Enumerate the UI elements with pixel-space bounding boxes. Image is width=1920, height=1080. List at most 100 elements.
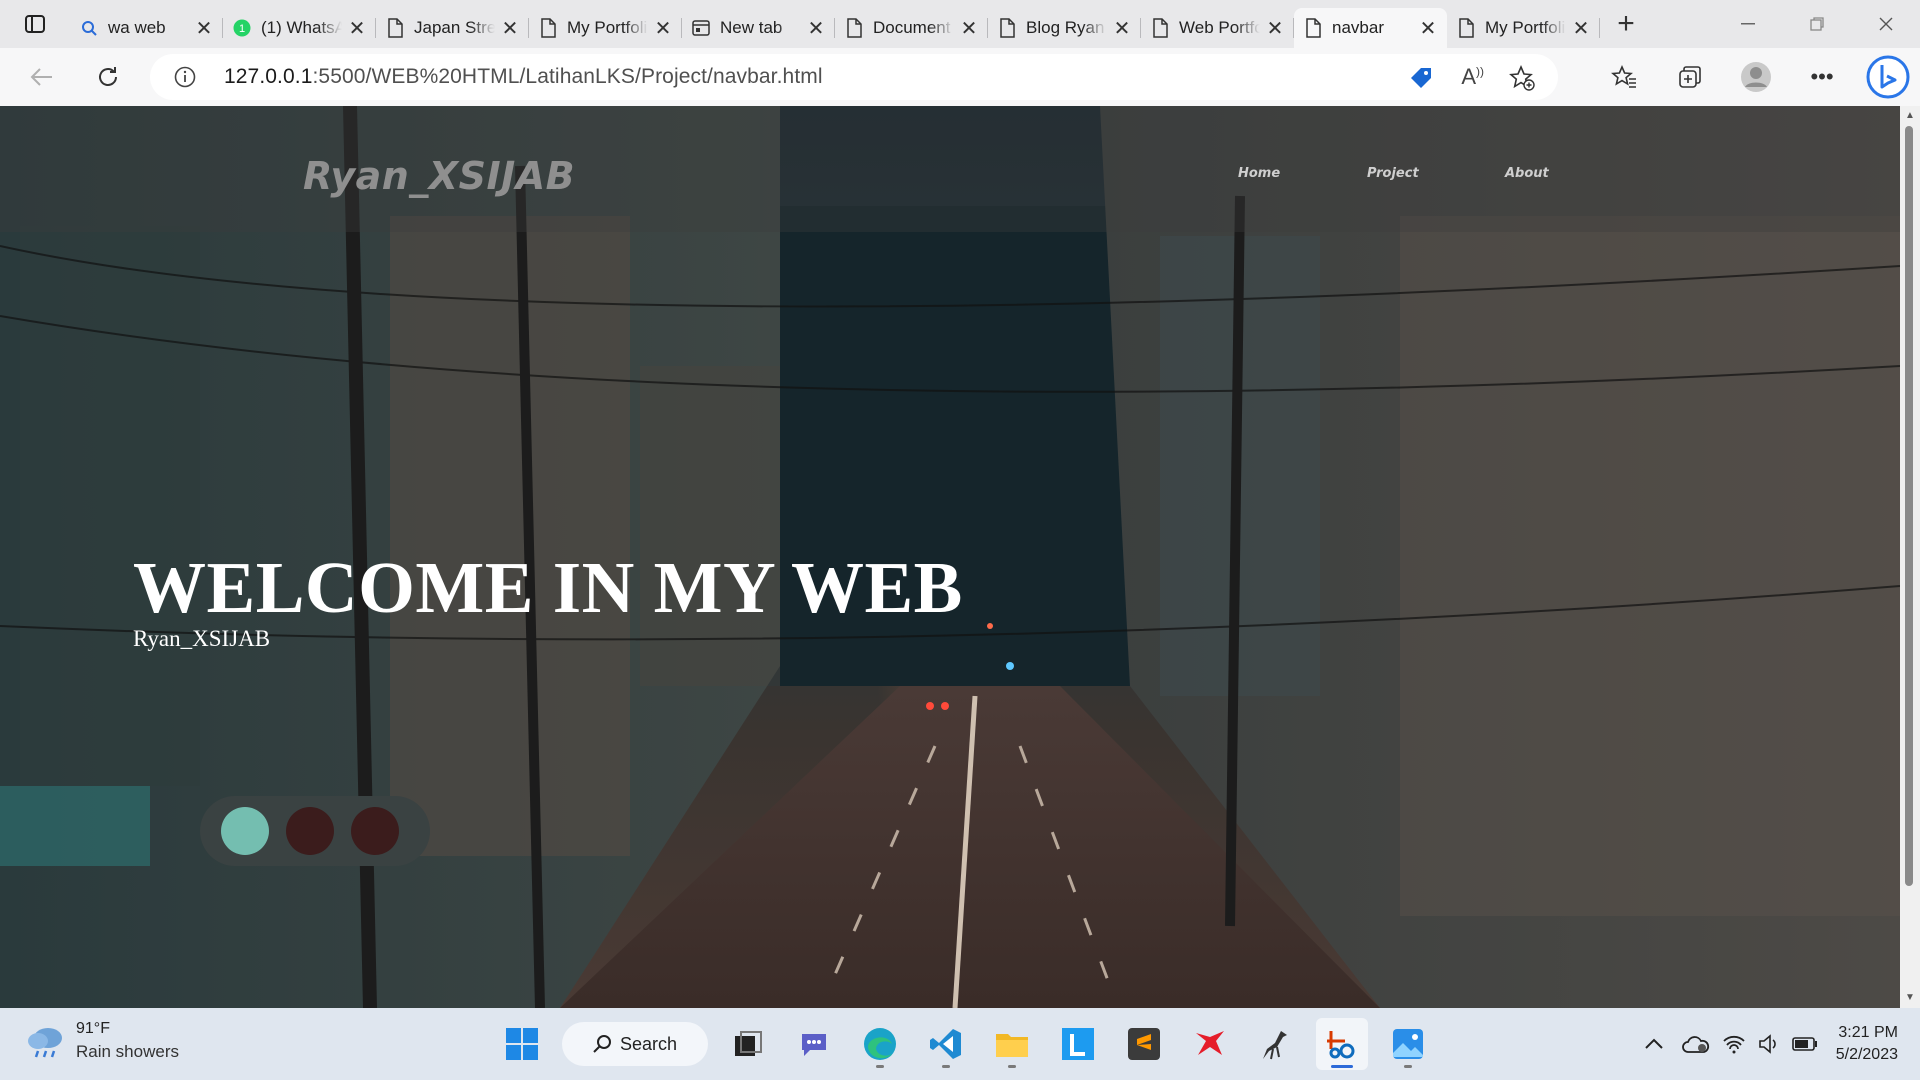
bing-icon: [1866, 55, 1910, 99]
browser-tab[interactable]: My Portfolio ✕: [1447, 8, 1600, 48]
task-view-icon: [735, 1031, 762, 1056]
vertical-scrollbar[interactable]: ▲ ▼: [1900, 106, 1920, 1008]
tab-title: navbar: [1332, 18, 1384, 37]
browser-tab[interactable]: Web Portfolio ✕: [1141, 8, 1294, 48]
running-indicator: [942, 1065, 950, 1068]
shopping-tag-icon[interactable]: [1408, 65, 1434, 91]
settings-more-button[interactable]: •••: [1800, 55, 1844, 99]
browser-tab[interactable]: navbar ✕: [1294, 8, 1447, 48]
battery-icon[interactable]: [1791, 1037, 1818, 1051]
rain-cloud-icon: [28, 1028, 62, 1058]
task-view-button[interactable]: [722, 1018, 774, 1070]
refresh-icon: [99, 67, 117, 86]
svg-text:1: 1: [239, 23, 245, 35]
sublime-text-button[interactable]: [1118, 1018, 1170, 1070]
vscode-app-button[interactable]: [920, 1018, 972, 1070]
nav-about-link[interactable]: About: [1505, 166, 1549, 181]
tab-title: Web Portfolio: [1179, 18, 1260, 37]
xmind-icon: [1196, 1031, 1224, 1055]
app-l-button[interactable]: [1052, 1018, 1104, 1070]
nav-home-link[interactable]: Home: [1238, 166, 1280, 181]
wifi-icon[interactable]: [1722, 1034, 1746, 1054]
close-icon[interactable]: ✕: [195, 16, 213, 41]
minimize-icon: [1740, 23, 1755, 25]
bing-chat-button[interactable]: [1866, 55, 1910, 99]
close-icon[interactable]: ✕: [807, 16, 825, 41]
tab-actions-button[interactable]: [0, 0, 70, 48]
browser-tab[interactable]: Document ✕: [835, 8, 988, 48]
edge-app-button[interactable]: [854, 1018, 906, 1070]
tab-title: New tab: [720, 18, 783, 37]
restore-button[interactable]: [1782, 0, 1851, 48]
read-aloud-icon[interactable]: A)): [1461, 64, 1484, 90]
more-icon: •••: [1810, 64, 1834, 89]
close-icon[interactable]: ✕: [1113, 16, 1131, 41]
browser-tab[interactable]: 1 (1) WhatsApp ✕: [223, 8, 376, 48]
snipping-tool-button[interactable]: [1316, 1018, 1368, 1070]
close-icon[interactable]: ✕: [501, 16, 519, 41]
browser-tab[interactable]: New tab ✕: [682, 8, 835, 48]
hero-title: WELCOME IN MY WEB: [133, 547, 963, 628]
volume-icon[interactable]: [1758, 1034, 1780, 1054]
clock-time: 3:21 PM: [1838, 1024, 1898, 1041]
scroll-down-icon[interactable]: ▼: [1903, 992, 1917, 1004]
back-arrow-icon: [30, 68, 52, 86]
page-viewport: Ryan_XSIJAB Home Project About WELCOME I…: [0, 106, 1900, 1008]
clock[interactable]: 3:21 PM 5/2/2023: [1836, 1022, 1898, 1066]
scroll-thumb[interactable]: [1905, 126, 1913, 886]
folder-icon: [996, 1034, 1028, 1057]
refresh-button[interactable]: [86, 55, 130, 99]
close-icon[interactable]: ✕: [1572, 16, 1590, 41]
weather-widget[interactable]: 91°F Rain showers: [26, 1020, 179, 1062]
browser-tab[interactable]: Japan Street ✕: [376, 8, 529, 48]
close-icon[interactable]: ✕: [1266, 16, 1284, 41]
minimize-button[interactable]: [1713, 0, 1782, 48]
site-navbar: Ryan_XSIJAB Home Project About: [0, 106, 1900, 232]
chevron-up-icon[interactable]: [1644, 1038, 1664, 1050]
tab-title: Blog Ryan: [1026, 18, 1105, 37]
close-icon[interactable]: ✕: [1419, 16, 1437, 41]
browser-tab[interactable]: Blog Ryan ✕: [988, 8, 1141, 48]
photos-icon: [1393, 1029, 1423, 1059]
nav-project-link[interactable]: Project: [1367, 166, 1419, 181]
tab-actions-icon: [25, 15, 45, 33]
close-window-button[interactable]: [1851, 0, 1920, 48]
restore-icon: [1809, 17, 1824, 31]
photos-app-button[interactable]: [1382, 1018, 1434, 1070]
browser-tab[interactable]: wa web ✕: [70, 8, 223, 48]
browser-tab[interactable]: My Portfolio ✕: [529, 8, 682, 48]
file-explorer-button[interactable]: [986, 1018, 1038, 1070]
letter-l-app-icon: [1062, 1028, 1094, 1060]
snipping-tool-icon: [1327, 1031, 1355, 1059]
close-icon[interactable]: ✕: [960, 16, 978, 41]
windows-taskbar: 91°F Rain showers Search 3:21 PM 5/2/202…: [0, 1008, 1920, 1080]
onedrive-icon[interactable]: [1681, 1034, 1710, 1054]
close-icon[interactable]: ✕: [654, 16, 672, 41]
avatar-icon: [1741, 62, 1771, 92]
new-tab-button[interactable]: +: [1606, 4, 1646, 44]
url-text[interactable]: 127.0.0.1:5500/WEB%20HTML/LatihanLKS/Pro…: [224, 65, 823, 89]
scroll-up-icon[interactable]: ▲: [1903, 110, 1917, 122]
favorites-button[interactable]: [1602, 55, 1646, 99]
xmind-app-button[interactable]: [1184, 1018, 1236, 1070]
dino-app-button[interactable]: [1250, 1018, 1302, 1070]
back-button[interactable]: [20, 55, 64, 99]
teams-chat-icon: [802, 1034, 826, 1056]
tab-title: Document: [873, 18, 951, 37]
collections-button[interactable]: [1668, 55, 1712, 99]
close-icon[interactable]: ✕: [348, 16, 366, 41]
running-indicator: [876, 1065, 884, 1068]
profile-button[interactable]: [1734, 55, 1778, 99]
taskbar-search[interactable]: Search: [562, 1022, 708, 1066]
chat-app-button[interactable]: [788, 1018, 840, 1070]
add-favorite-icon[interactable]: [1508, 64, 1536, 92]
start-button[interactable]: [496, 1018, 548, 1070]
system-tray: 3:21 PM 5/2/2023: [1644, 1008, 1920, 1080]
site-info-icon[interactable]: [174, 66, 196, 88]
address-bar[interactable]: 127.0.0.1:5500/WEB%20HTML/LatihanLKS/Pro…: [150, 54, 1558, 100]
hero-subtitle: Ryan_XSIJAB: [133, 626, 271, 651]
page-icon: [539, 18, 557, 38]
active-indicator: [1331, 1065, 1353, 1068]
site-logo[interactable]: Ryan_XSIJAB: [303, 154, 575, 198]
weather-temp: 91°F: [76, 1020, 110, 1037]
